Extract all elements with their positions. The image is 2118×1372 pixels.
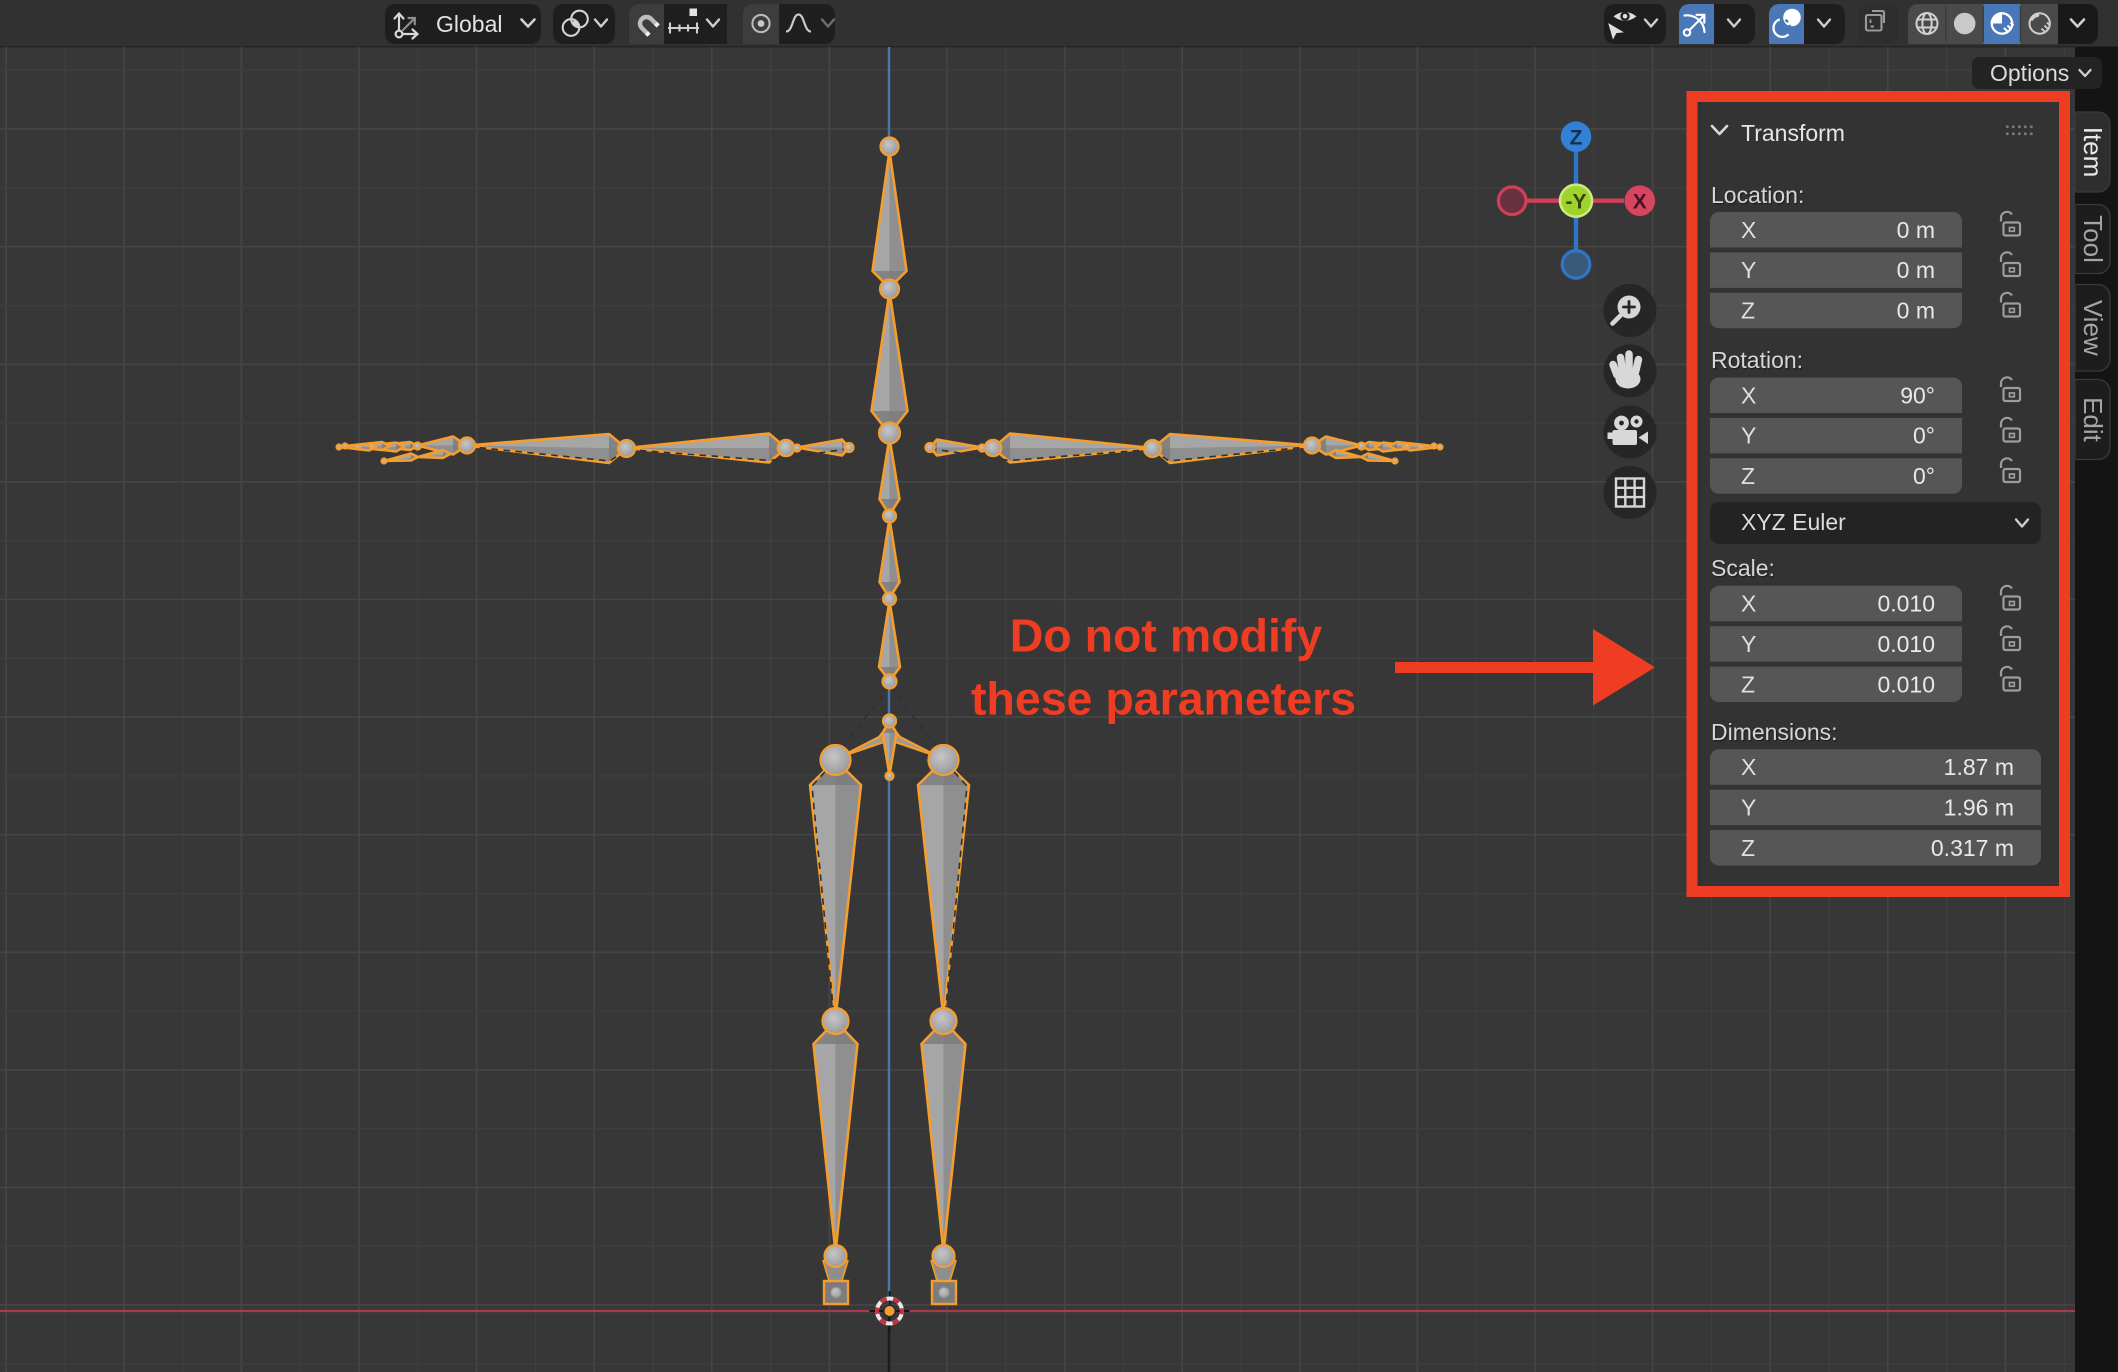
svg-text:Dimensions:: Dimensions:	[1711, 719, 1838, 745]
svg-text:X: X	[1741, 382, 1756, 408]
svg-text:Location:: Location:	[1711, 182, 1804, 208]
svg-text:90°: 90°	[1900, 382, 1935, 408]
svg-text:1.96 m: 1.96 m	[1944, 794, 2014, 820]
svg-text:Y: Y	[1741, 794, 1756, 820]
svg-text:0.010: 0.010	[1877, 591, 1935, 617]
svg-text:0.010: 0.010	[1877, 631, 1935, 657]
svg-text:1.87 m: 1.87 m	[1944, 754, 2014, 780]
svg-text:0°: 0°	[1913, 423, 1935, 449]
svg-text:Options: Options	[1990, 60, 2069, 86]
svg-text:these parameters: these parameters	[971, 673, 1356, 725]
svg-text:Y: Y	[1741, 423, 1756, 449]
svg-text:Edit: Edit	[2078, 397, 2108, 443]
svg-text:Z: Z	[1741, 463, 1755, 489]
svg-text:Global: Global	[436, 11, 502, 37]
svg-text:Item: Item	[2078, 127, 2108, 178]
svg-text:X: X	[1741, 591, 1756, 617]
svg-text:XYZ Euler: XYZ Euler	[1741, 509, 1846, 535]
svg-text:0.010: 0.010	[1877, 671, 1935, 697]
svg-text:X: X	[1741, 754, 1756, 780]
svg-text:Y: Y	[1741, 257, 1756, 283]
svg-text:X: X	[1633, 191, 1647, 214]
svg-text:Rotation:: Rotation:	[1711, 347, 1803, 373]
svg-text:View: View	[2078, 300, 2108, 356]
svg-text:-Y: -Y	[1566, 191, 1587, 214]
svg-text:Tool: Tool	[2078, 215, 2108, 263]
svg-text:Do not modify: Do not modify	[1010, 610, 1323, 662]
svg-text:0 m: 0 m	[1897, 257, 1935, 283]
svg-text:Transform: Transform	[1741, 120, 1845, 146]
svg-text:0 m: 0 m	[1897, 217, 1935, 243]
svg-text:X: X	[1741, 217, 1756, 243]
svg-text:Z: Z	[1570, 127, 1583, 150]
svg-text:Y: Y	[1741, 631, 1756, 657]
svg-text:0 m: 0 m	[1897, 298, 1935, 324]
svg-text:0°: 0°	[1913, 463, 1935, 489]
svg-text:Scale:: Scale:	[1711, 555, 1775, 581]
svg-text:Z: Z	[1741, 835, 1755, 861]
svg-text:Z: Z	[1741, 298, 1755, 324]
svg-text:Z: Z	[1741, 671, 1755, 697]
svg-text:0.317 m: 0.317 m	[1931, 835, 2014, 861]
